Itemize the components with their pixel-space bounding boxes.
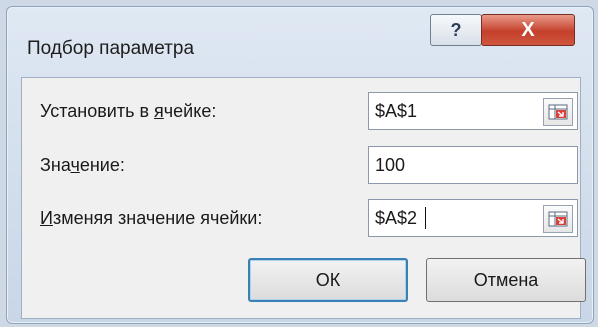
changing-cell-field[interactable]: $A$2 [368, 199, 578, 237]
ok-button[interactable]: ОК [248, 258, 408, 302]
dialog-body: Установить в ячейке: $A$1 Значение: 100 [21, 77, 586, 319]
set-cell-field[interactable]: $A$1 [368, 92, 578, 130]
range-select-icon [548, 104, 568, 120]
text-caret [425, 207, 426, 229]
changing-cell-ref-button[interactable] [543, 205, 573, 233]
value-label: Значение: [40, 155, 125, 175]
help-button[interactable]: ? [430, 14, 482, 46]
value-input[interactable]: 100 [375, 155, 405, 176]
value-field[interactable]: 100 [368, 146, 578, 184]
dialog-title: Подбор параметра [27, 38, 195, 59]
cancel-button[interactable]: Отмена [426, 258, 586, 302]
close-button[interactable]: X [481, 14, 575, 46]
help-icon: ? [450, 19, 462, 40]
title-bar[interactable]: Подбор параметра ? X [7, 7, 593, 69]
changing-cell-label: Изменяя значение ячейки: [40, 208, 263, 228]
set-cell-ref-button[interactable] [543, 98, 573, 126]
set-cell-label: Установить в ячейке: [40, 101, 217, 121]
goal-seek-dialog: Подбор параметра ? X Установить в ячейке… [6, 6, 594, 324]
changing-cell-value[interactable]: $A$2 [375, 208, 417, 229]
close-icon: X [521, 18, 535, 41]
set-cell-value[interactable]: $A$1 [375, 101, 417, 122]
range-select-icon [548, 211, 568, 227]
